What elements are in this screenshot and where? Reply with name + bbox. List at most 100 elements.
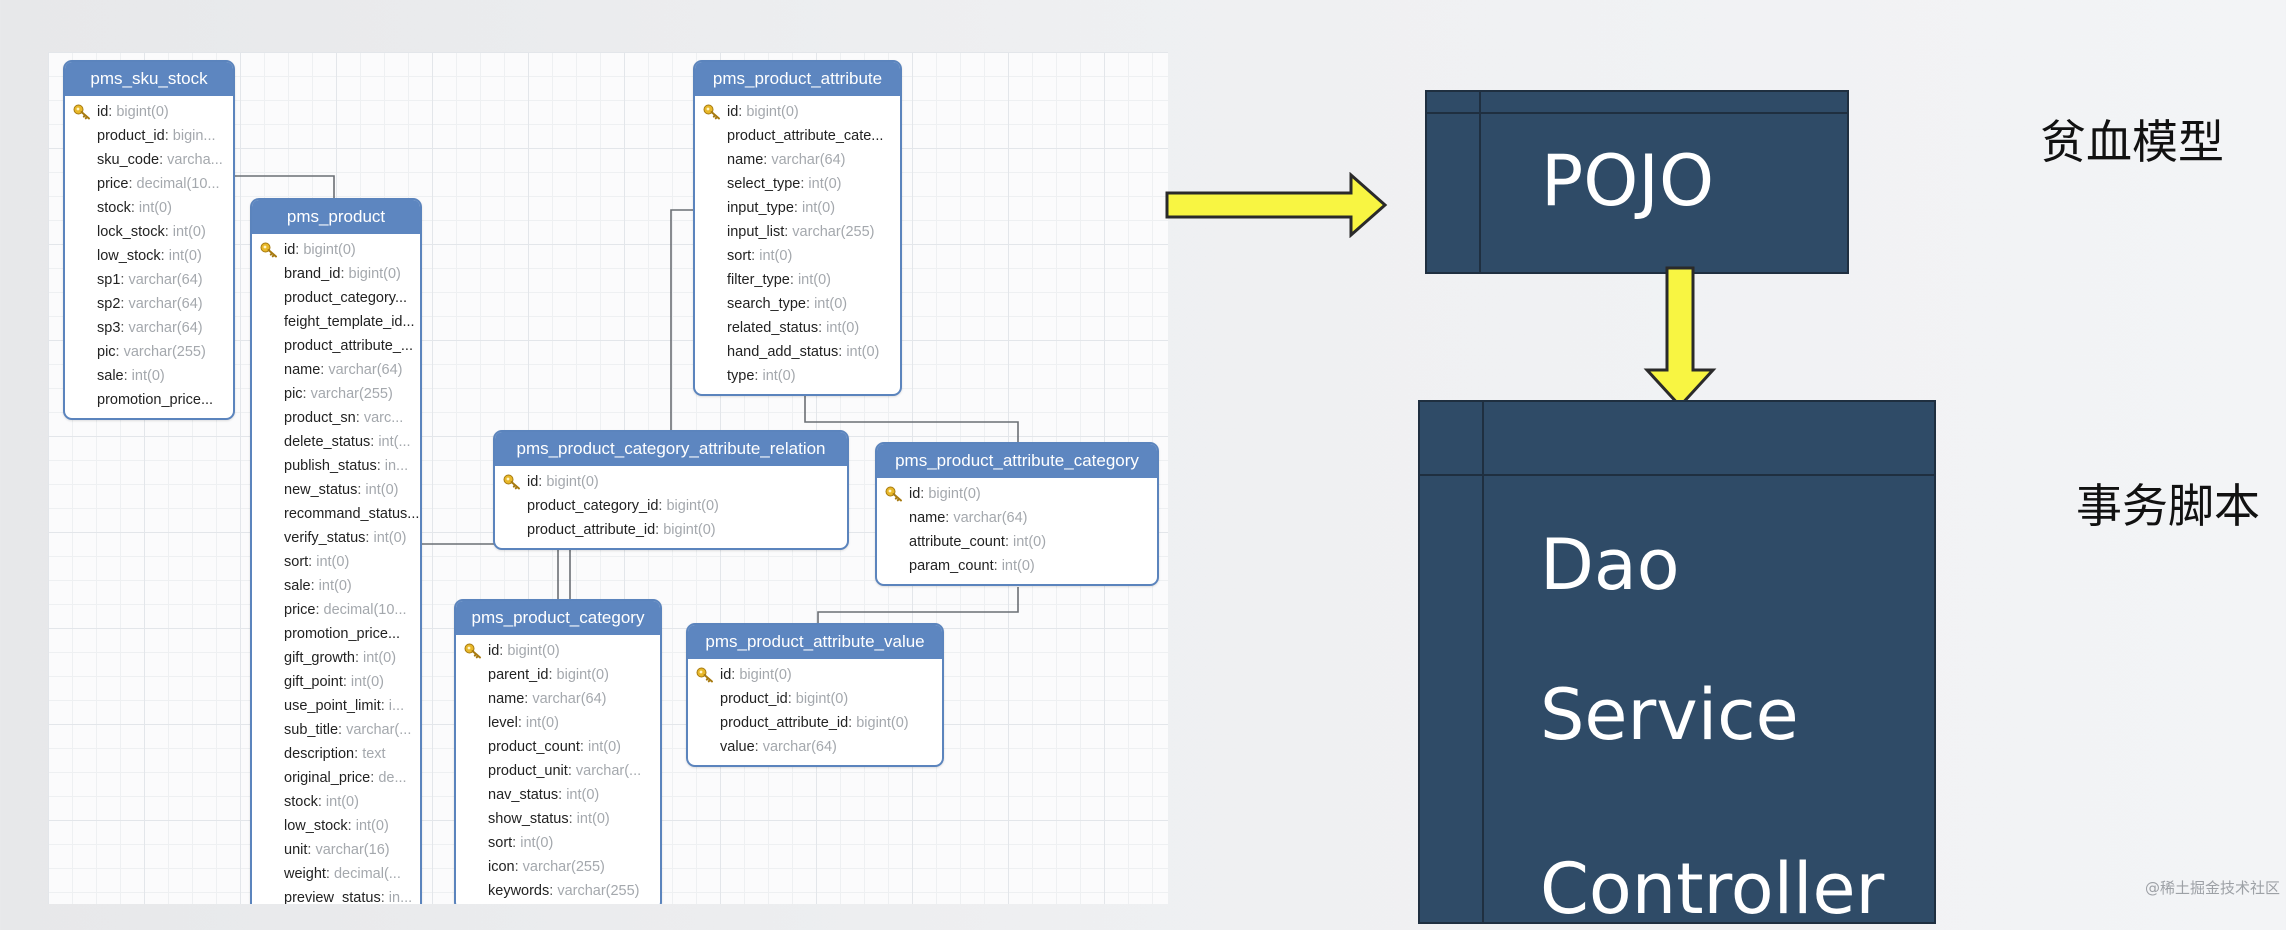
column-name: show_status [488, 811, 569, 827]
table-column: search_type: int(0) [727, 296, 848, 312]
column-type: varc... [363, 410, 404, 426]
table-column: stock: int(0) [97, 200, 172, 216]
column-name: price [97, 176, 129, 192]
column-type: int(0) [826, 320, 860, 336]
column-list: id: bigint(0) name: varchar(64) attribute_… [877, 478, 1157, 584]
table-title: pms_product_category_attribute_relation [495, 432, 847, 466]
table-pms-sku-stock[interactable]: pms_sku_stock id: bigint(0) product_id: b… [63, 60, 235, 420]
table-column: promotion_price... [252, 622, 420, 646]
column-type: i... [388, 698, 405, 714]
column-type: int(0) [587, 739, 622, 755]
key-icon [503, 474, 520, 490]
table-column: related_status: int(0) [727, 320, 860, 336]
column-type: varchar(64) [328, 362, 403, 378]
column-name: product_attribute_id [720, 715, 849, 731]
table-title: pms_product [252, 200, 420, 234]
column-type: int(0) [1001, 558, 1035, 574]
table-column: product_id: bigin... [97, 128, 216, 144]
table-column: sub_title: varchar(... [284, 722, 412, 738]
column-list: id: bigint(0) product_id: bigint(0) produc… [688, 659, 942, 765]
column-type: in... [384, 458, 409, 474]
column-type: int(0) [373, 530, 407, 546]
table-column: name: varchar(64) [727, 152, 846, 168]
table-column: product_attribute_id: bigint(0) [527, 522, 716, 538]
table-column: name: varchar(64) [488, 691, 607, 707]
table-pms-product-attribute-category[interactable]: pms_product_attribute_category id: bigin… [875, 442, 1159, 586]
column-type: int(0) [316, 554, 350, 570]
column-name: feight_template_id... [284, 314, 415, 330]
table-column: low_stock: int(0) [284, 818, 389, 834]
table-column: filter_type: int(0) [727, 272, 831, 288]
column-list: id: bigint(0) product_id: bigin... sku_cod… [65, 96, 233, 418]
column-name: sale [97, 368, 124, 384]
table-column: pic: varchar(255) [284, 386, 393, 402]
column-name: product_unit [488, 763, 568, 779]
table-column: sort: int(0) [727, 248, 793, 264]
table-pms-product-category[interactable]: pms_product_category id: bigint(0) parent… [454, 599, 662, 904]
anemic-model-label: 贫血模型 [2040, 115, 2224, 169]
column-type: int(0) [1013, 534, 1047, 550]
table-column: product_attribute_... [252, 334, 420, 358]
column-name: product_attribute_id [527, 522, 656, 538]
column-type: int(0) [168, 248, 202, 264]
table-column: sku_code: varcha... [97, 152, 223, 168]
table-title: pms_product_attribute [695, 62, 900, 96]
column-name: sort [284, 554, 309, 570]
column-type: varchar(64) [128, 272, 203, 288]
column-type: varchar(64) [128, 296, 203, 312]
table-column: product_attribute_id: bigint(0) [720, 715, 909, 731]
column-name: product_category... [284, 290, 408, 306]
table-column: level: int(0) [488, 715, 559, 731]
primary-key-column: id: bigint(0) [456, 639, 660, 663]
table-column: product_category... [252, 286, 420, 310]
column-type: int(0) [520, 835, 554, 851]
key-icon [73, 104, 90, 120]
table-title: pms_product_category [456, 601, 660, 635]
key-icon [464, 643, 481, 659]
column-name: filter_type [727, 272, 790, 288]
table-column: gift_point: int(0) [284, 674, 384, 690]
column-name: product_attribute_cate... [727, 128, 884, 144]
table-column: verify_status: int(0) [284, 530, 407, 546]
column-name: promotion_price... [97, 392, 214, 408]
column-type: varchar(255) [310, 386, 393, 402]
column-type: int(0) [801, 200, 836, 216]
column-name: name [284, 362, 321, 378]
column-name: type [727, 368, 755, 384]
column-type: int(0) [363, 650, 397, 666]
primary-key-column: id: bigint(0) [495, 470, 847, 494]
column-name: sku_code [97, 152, 160, 168]
table-column: hand_add_status: int(0) [727, 344, 880, 360]
column-type: int(0) [566, 787, 600, 803]
watermark: @稀土掘金技术社区 [2144, 879, 2280, 897]
column-name: low_stock [97, 248, 161, 264]
table-column: sp3: varchar(64) [97, 320, 203, 336]
key-icon [885, 486, 902, 502]
table-pms-product[interactable]: pms_product id: bigint(0) brand_id: bigin… [250, 198, 422, 904]
er-diagram-canvas: pms_sku_stock id: bigint(0) product_id: b… [48, 52, 1168, 904]
column-name: icon [488, 859, 515, 875]
column-type: bigint(0) [116, 104, 169, 120]
table-column: product_unit: varchar(... [488, 763, 642, 779]
column-type: de... [378, 770, 407, 786]
column-type: int(0) [355, 818, 389, 834]
column-type: text [362, 746, 386, 762]
column-name: related_status [727, 320, 819, 336]
table-pms-product-category-attribute-relation[interactable]: pms_product_category_attribute_relation … [493, 430, 849, 550]
column-name: name [727, 152, 764, 168]
table-column: keywords: varchar(255) [488, 883, 640, 899]
table-pms-product-attribute[interactable]: pms_product_attribute id: bigint(0) produ… [693, 60, 902, 396]
table-pms-product-attribute-value[interactable]: pms_product_attribute_value id: bigint(0… [686, 623, 944, 767]
column-type: bigint(0) [546, 474, 599, 490]
table-column: input_type: int(0) [727, 200, 836, 216]
column-type: int(0) [172, 224, 206, 240]
column-name: price [284, 602, 316, 618]
table-column: use_point_limit: i... [284, 698, 405, 714]
column-name: promotion_price... [284, 626, 401, 642]
primary-key-column: id: bigint(0) [252, 238, 420, 262]
column-type: int(... [378, 434, 411, 450]
column-type: int(0) [759, 248, 793, 264]
column-type: int(0) [808, 176, 842, 192]
column-name: id [284, 242, 296, 258]
column-type: int(0) [762, 368, 796, 384]
